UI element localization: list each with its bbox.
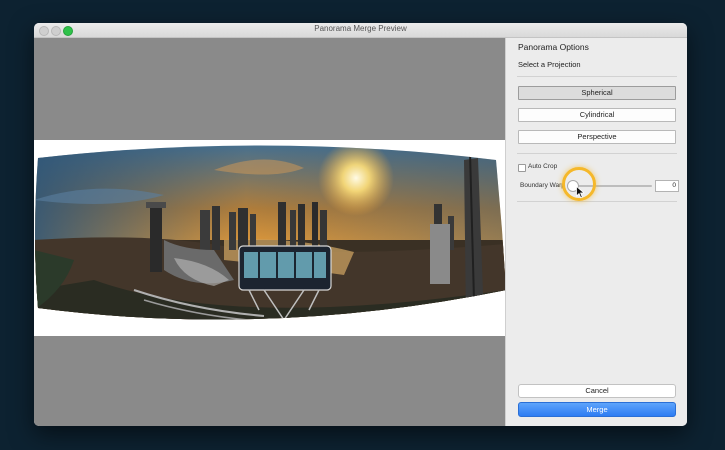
projection-perspective-button[interactable]: Perspective xyxy=(518,130,676,144)
projection-cylindrical-button[interactable]: Cylindrical xyxy=(518,108,676,122)
merge-button[interactable]: Merge xyxy=(518,402,676,417)
divider xyxy=(517,201,677,202)
panorama-options-panel: Panorama Options Select a Projection Sph… xyxy=(505,38,687,426)
projection-spherical-button[interactable]: Spherical xyxy=(518,86,676,100)
auto-crop-checkbox[interactable] xyxy=(518,164,526,172)
projection-heading: Select a Projection xyxy=(518,60,581,69)
mouse-pointer-icon xyxy=(576,186,585,199)
divider xyxy=(517,76,677,77)
panel-title: Panorama Options xyxy=(518,42,589,52)
panorama-preview-area xyxy=(34,38,505,426)
window-title: Panorama Merge Preview xyxy=(314,24,407,33)
cancel-button[interactable]: Cancel xyxy=(518,384,676,398)
panorama-image xyxy=(35,145,505,320)
divider xyxy=(517,153,677,154)
title-bar: Panorama Merge Preview xyxy=(34,23,687,38)
panorama-canvas xyxy=(34,140,505,336)
boundary-warp-label: Boundary Warp xyxy=(520,182,565,189)
auto-crop-label: Auto Crop xyxy=(528,163,558,170)
panorama-merge-window: Panorama Merge Preview Panorama Options … xyxy=(34,23,687,426)
boundary-warp-value-field[interactable]: 0 xyxy=(655,180,679,192)
